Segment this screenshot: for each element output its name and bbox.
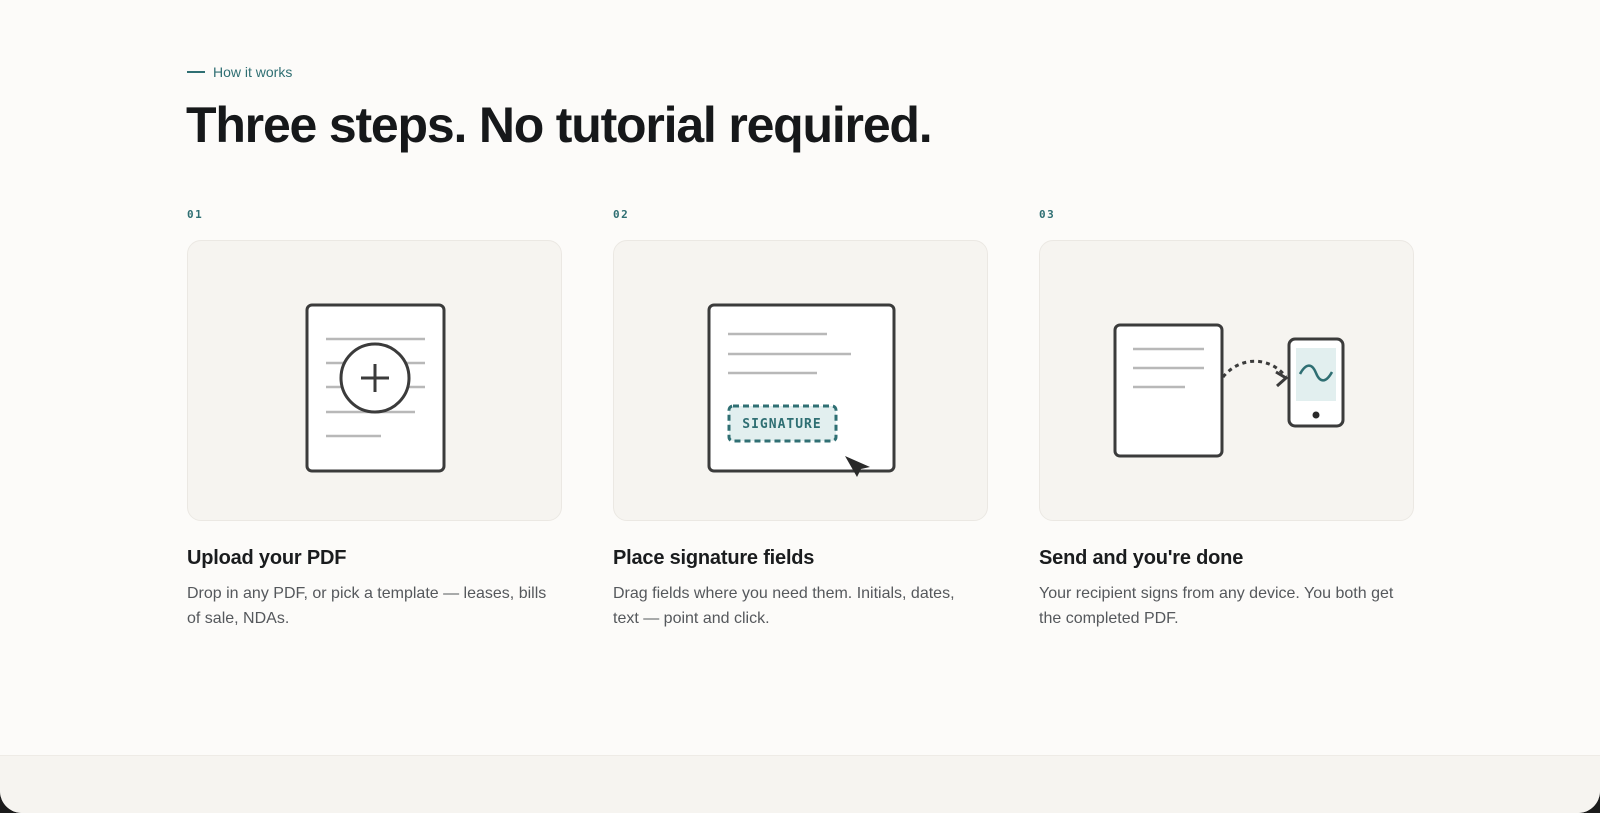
step-illustration-card: SIGNATURE: [613, 240, 988, 521]
section-eyebrow: How it works: [187, 64, 292, 80]
step-description: Drag fields where you need them. Initial…: [613, 585, 955, 627]
step-title: Upload your PDF: [187, 547, 347, 569]
signature-field-label: SIGNATURE: [742, 417, 821, 432]
step-number: 03: [1039, 208, 1056, 221]
step-illustration-card: [187, 240, 562, 521]
section-headline: Three steps. No tutorial required.: [186, 97, 933, 153]
signature-field-icon: SIGNATURE: [707, 303, 896, 477]
step-number: 02: [613, 208, 630, 221]
send-to-phone-icon: [1113, 323, 1345, 458]
page: How it works Three steps. No tutorial re…: [0, 0, 1600, 813]
eyebrow-dash: [187, 71, 205, 73]
step-upload: 01 Upload your PDF Drop in any PDF, or p…: [187, 208, 562, 631]
step-number: 01: [187, 208, 204, 221]
step-title: Place signature fields: [613, 547, 815, 569]
step-title: Send and you're done: [1039, 547, 1244, 569]
document-add-icon: [305, 303, 446, 473]
step-illustration-card: [1039, 240, 1414, 521]
step-description: Drop in any PDF, or pick a template — le…: [187, 585, 547, 627]
footer-band: [0, 755, 1600, 813]
eyebrow-label: How it works: [213, 64, 293, 80]
step-send: 03 Send and you're done Your recipient s…: [1039, 208, 1414, 631]
step-description: Your recipient signs from any device. Yo…: [1039, 585, 1394, 627]
how-it-works-section: How it works Three steps. No tutorial re…: [0, 0, 1600, 755]
step-place-fields: 02 SIGNATURE Place signature fields Drag…: [613, 208, 988, 631]
